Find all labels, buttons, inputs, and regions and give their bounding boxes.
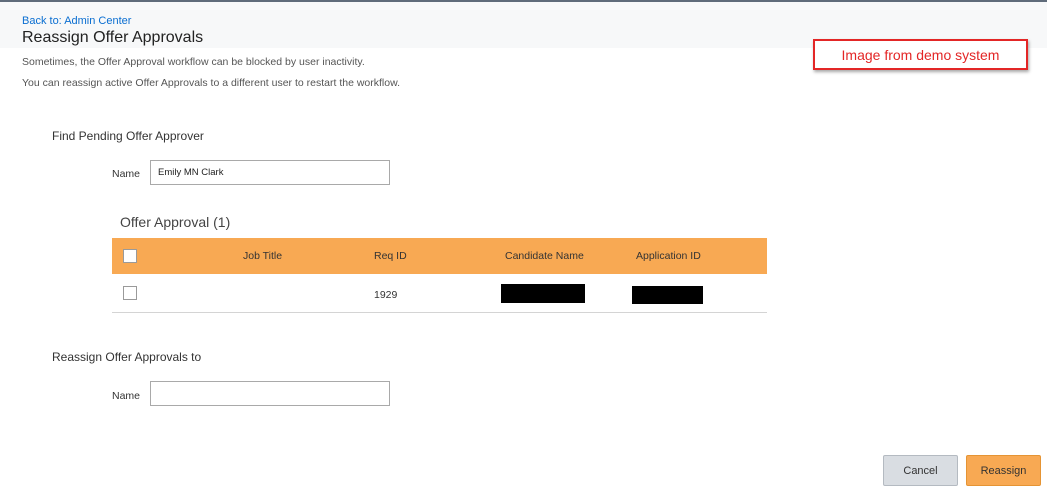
column-header-req-id: Req ID: [374, 250, 407, 262]
table-header: Job Title Req ID Candidate Name Applicat…: [112, 238, 767, 274]
select-all-checkbox[interactable]: [123, 249, 137, 263]
reassign-button[interactable]: Reassign: [966, 455, 1041, 486]
table-row: 1929: [112, 274, 767, 313]
candidate-name-redaction: [501, 284, 585, 303]
reassign-name-label: Name: [112, 390, 141, 402]
reassign-to-name-input[interactable]: [150, 381, 390, 406]
column-header-job-title: Job Title: [243, 250, 283, 262]
intro-text-1: Sometimes, the Offer Approval workflow c…: [22, 56, 365, 68]
offer-approval-caption: Offer Approval (1): [120, 214, 231, 230]
find-approver-heading: Find Pending Offer Approver: [52, 129, 204, 143]
find-approver-name-input[interactable]: [150, 160, 390, 185]
back-to-admin-center-link[interactable]: Back to: Admin Center: [22, 15, 131, 27]
row-select-checkbox[interactable]: [123, 286, 137, 300]
find-name-label: Name: [112, 168, 141, 180]
cancel-button[interactable]: Cancel: [883, 455, 958, 486]
page-title: Reassign Offer Approvals: [22, 29, 204, 46]
reassign-to-heading: Reassign Offer Approvals to: [52, 350, 202, 364]
application-id-redaction: [632, 286, 703, 304]
intro-text-2: You can reassign active Offer Approvals …: [22, 77, 401, 89]
column-header-application-id: Application ID: [636, 250, 701, 262]
cell-req-id: 1929: [374, 289, 398, 301]
demo-system-badge: Image from demo system: [813, 39, 1028, 70]
column-header-candidate-name: Candidate Name: [505, 250, 584, 262]
